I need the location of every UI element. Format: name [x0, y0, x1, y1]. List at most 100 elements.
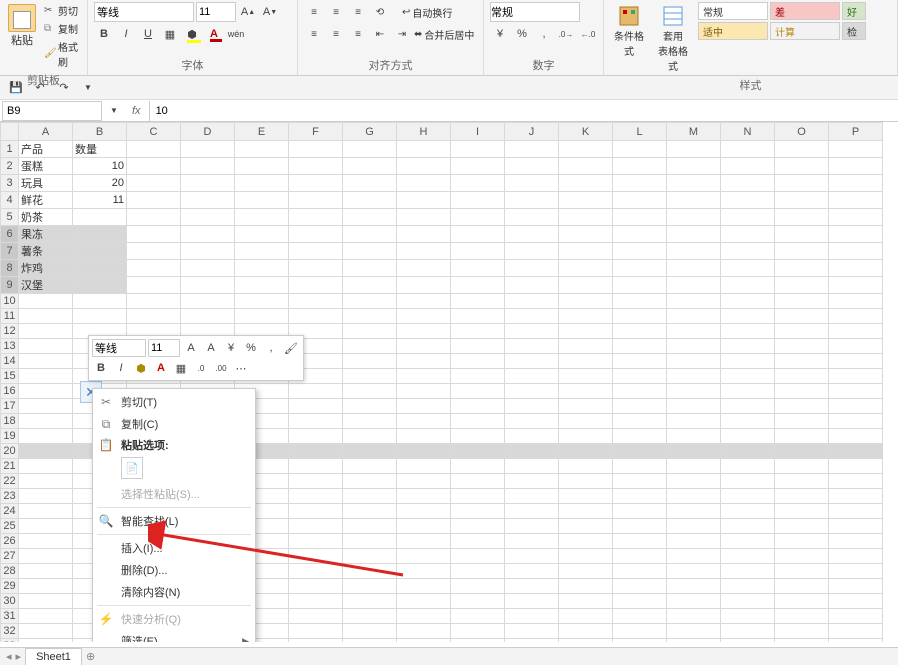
col-head-O[interactable]: O: [775, 123, 829, 141]
cell-D9[interactable]: [181, 277, 235, 294]
cell-P17[interactable]: [829, 399, 883, 414]
cell-P33[interactable]: [829, 639, 883, 643]
cell-D2[interactable]: [181, 158, 235, 175]
cell-N9[interactable]: [721, 277, 775, 294]
row-head-25[interactable]: 25: [1, 519, 19, 534]
cell-H21[interactable]: [397, 459, 451, 474]
cell-I5[interactable]: [451, 209, 505, 226]
mini-italic[interactable]: I: [112, 359, 130, 377]
conditional-format-button[interactable]: 条件格式: [610, 2, 648, 60]
cell-I16[interactable]: [451, 384, 505, 399]
cell-I15[interactable]: [451, 369, 505, 384]
cell-G21[interactable]: [343, 459, 397, 474]
merge-label[interactable]: 合并后居中: [424, 27, 474, 42]
decrease-decimal-button[interactable]: ←.0: [578, 24, 598, 44]
cell-A33[interactable]: [19, 639, 73, 643]
cell-H31[interactable]: [397, 609, 451, 624]
cell-A24[interactable]: [19, 504, 73, 519]
cell-F9[interactable]: [289, 277, 343, 294]
cell-G7[interactable]: [343, 243, 397, 260]
cell-F26[interactable]: [289, 534, 343, 549]
cell-I4[interactable]: [451, 192, 505, 209]
cell-F3[interactable]: [289, 175, 343, 192]
cell-L16[interactable]: [613, 384, 667, 399]
sheet-tab[interactable]: Sheet1: [25, 648, 82, 665]
cell-N20[interactable]: [721, 444, 775, 459]
cell-K3[interactable]: [559, 175, 613, 192]
row-head-2[interactable]: 2: [1, 158, 19, 175]
cell-N8[interactable]: [721, 260, 775, 277]
cell-J11[interactable]: [505, 309, 559, 324]
cell-K18[interactable]: [559, 414, 613, 429]
copy-button[interactable]: ⧉复制: [44, 20, 81, 37]
cell-D7[interactable]: [181, 243, 235, 260]
cell-P1[interactable]: [829, 141, 883, 158]
cell-C9[interactable]: [127, 277, 181, 294]
align-top-button[interactable]: ≡: [304, 2, 324, 22]
mini-inc-dec[interactable]: .0: [192, 359, 210, 377]
row-head-20[interactable]: 20: [1, 444, 19, 459]
cell-M24[interactable]: [667, 504, 721, 519]
cell-E10[interactable]: [235, 294, 289, 309]
cell-H11[interactable]: [397, 309, 451, 324]
cell-O30[interactable]: [775, 594, 829, 609]
ctx-cut[interactable]: ✂剪切(T): [93, 391, 255, 413]
ctx-filter[interactable]: 筛选(E)▶: [93, 630, 255, 642]
cell-J10[interactable]: [505, 294, 559, 309]
cell-J16[interactable]: [505, 384, 559, 399]
cell-J15[interactable]: [505, 369, 559, 384]
cell-M16[interactable]: [667, 384, 721, 399]
cell-E11[interactable]: [235, 309, 289, 324]
cell-F20[interactable]: [289, 444, 343, 459]
cell-A3[interactable]: 玩具: [19, 175, 73, 192]
cell-B8[interactable]: [73, 260, 127, 277]
cell-P30[interactable]: [829, 594, 883, 609]
cell-A6[interactable]: 果冻: [19, 226, 73, 243]
cell-N18[interactable]: [721, 414, 775, 429]
row-head-5[interactable]: 5: [1, 209, 19, 226]
mini-fill-color[interactable]: ⬢: [132, 359, 150, 377]
cell-N24[interactable]: [721, 504, 775, 519]
align-bottom-button[interactable]: ≡: [348, 2, 368, 22]
cell-P6[interactable]: [829, 226, 883, 243]
cell-M20[interactable]: [667, 444, 721, 459]
cell-K21[interactable]: [559, 459, 613, 474]
row-head-24[interactable]: 24: [1, 504, 19, 519]
cell-B7[interactable]: [73, 243, 127, 260]
cell-G24[interactable]: [343, 504, 397, 519]
cell-I6[interactable]: [451, 226, 505, 243]
cell-N27[interactable]: [721, 549, 775, 564]
cell-K22[interactable]: [559, 474, 613, 489]
cell-J21[interactable]: [505, 459, 559, 474]
cell-K6[interactable]: [559, 226, 613, 243]
cell-F32[interactable]: [289, 624, 343, 639]
cell-G6[interactable]: [343, 226, 397, 243]
cell-A20[interactable]: [19, 444, 73, 459]
cell-G18[interactable]: [343, 414, 397, 429]
col-head-L[interactable]: L: [613, 123, 667, 141]
cell-A26[interactable]: [19, 534, 73, 549]
cell-D10[interactable]: [181, 294, 235, 309]
cell-L27[interactable]: [613, 549, 667, 564]
cell-A28[interactable]: [19, 564, 73, 579]
cell-D3[interactable]: [181, 175, 235, 192]
cell-E6[interactable]: [235, 226, 289, 243]
cell-K30[interactable]: [559, 594, 613, 609]
ctx-smart-lookup[interactable]: 🔍智能查找(L): [93, 510, 255, 532]
grow-font-button[interactable]: A▲: [238, 2, 258, 22]
cell-B3[interactable]: 20: [73, 175, 127, 192]
cell-M1[interactable]: [667, 141, 721, 158]
cell-P9[interactable]: [829, 277, 883, 294]
cell-I26[interactable]: [451, 534, 505, 549]
cell-I12[interactable]: [451, 324, 505, 339]
mini-font-color[interactable]: A: [152, 359, 170, 377]
row-head-30[interactable]: 30: [1, 594, 19, 609]
row-head-29[interactable]: 29: [1, 579, 19, 594]
cell-K16[interactable]: [559, 384, 613, 399]
cell-G23[interactable]: [343, 489, 397, 504]
style-neutral[interactable]: 适中: [698, 22, 768, 40]
cell-P18[interactable]: [829, 414, 883, 429]
cell-I11[interactable]: [451, 309, 505, 324]
cell-I2[interactable]: [451, 158, 505, 175]
cell-A17[interactable]: [19, 399, 73, 414]
